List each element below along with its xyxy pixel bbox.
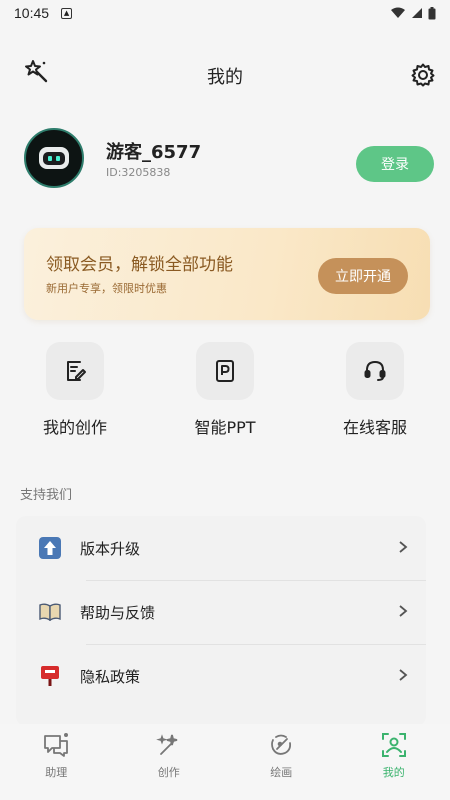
bottom-nav: 助理 创作 绘画 我的 xyxy=(0,724,450,800)
notification-icon: ▲ xyxy=(61,7,73,19)
chevron-right-icon xyxy=(399,605,408,617)
paint-icon xyxy=(266,730,296,760)
list-item-label: 版本升级 xyxy=(80,539,141,558)
feature-label: 我的创作 xyxy=(42,418,107,437)
status-bar: 10:45 ▲ xyxy=(0,0,450,26)
list-item-version-upgrade[interactable]: 版本升级 xyxy=(16,516,426,580)
status-icons xyxy=(390,6,436,20)
robot-avatar-icon xyxy=(39,147,69,169)
support-list: 版本升级 帮助与反馈 隐私政策 xyxy=(16,516,426,726)
login-button[interactable]: 登录 xyxy=(356,146,434,182)
feature-online-support[interactable]: 在线客服 xyxy=(320,342,430,438)
postbox-icon xyxy=(38,664,62,688)
list-item-help-feedback[interactable]: 帮助与反馈 xyxy=(16,580,426,644)
activate-membership-button[interactable]: 立即开通 xyxy=(318,258,408,294)
chevron-right-icon xyxy=(399,541,408,553)
edit-document-icon xyxy=(46,342,104,400)
up-arrow-icon xyxy=(38,536,62,560)
profile-section: 游客_6577 ID:3205838 登录 xyxy=(24,126,434,190)
magic-wand-icon[interactable] xyxy=(22,58,50,86)
nav-label: 助理 xyxy=(45,766,68,779)
battery-icon xyxy=(428,6,436,19)
wifi-icon xyxy=(391,7,405,18)
nav-label: 我的 xyxy=(382,766,405,779)
book-icon xyxy=(38,600,62,624)
feature-label: 在线客服 xyxy=(342,418,407,437)
ppt-icon xyxy=(196,342,254,400)
nav-item-paint[interactable]: 绘画 xyxy=(225,724,338,800)
nav-item-assistant[interactable]: 助理 xyxy=(0,724,113,800)
list-item-label: 隐私政策 xyxy=(80,667,141,686)
nav-label: 绘画 xyxy=(270,766,293,779)
membership-subtitle: 新用户专享，领限时优惠 xyxy=(46,282,167,295)
feature-label: 智能PPT xyxy=(194,418,256,437)
feature-smart-ppt[interactable]: 智能PPT xyxy=(170,342,280,438)
membership-title: 领取会员，解锁全部功能 xyxy=(46,255,233,275)
list-item-label: 帮助与反馈 xyxy=(80,603,156,622)
user-id: ID:3205838 xyxy=(106,166,171,179)
nav-label: 创作 xyxy=(157,766,180,779)
profile-icon xyxy=(379,730,409,760)
page-header: 我的 xyxy=(0,48,450,104)
avatar[interactable] xyxy=(24,128,84,188)
chat-icon xyxy=(41,730,71,760)
status-time: 10:45 xyxy=(14,5,50,21)
signal-icon xyxy=(412,8,422,18)
page-title: 我的 xyxy=(207,67,243,88)
headset-icon xyxy=(346,342,404,400)
gear-icon[interactable] xyxy=(410,62,436,88)
chevron-right-icon xyxy=(399,669,408,681)
section-title: 支持我们 xyxy=(20,488,73,503)
magic-wand-icon xyxy=(154,730,184,760)
feature-my-creations[interactable]: 我的创作 xyxy=(20,342,130,438)
membership-banner[interactable]: 领取会员，解锁全部功能 新用户专享，领限时优惠 立即开通 xyxy=(24,228,430,320)
username: 游客_6577 xyxy=(106,142,202,163)
list-item-privacy-policy[interactable]: 隐私政策 xyxy=(16,644,426,708)
nav-item-create[interactable]: 创作 xyxy=(113,724,226,800)
nav-item-profile[interactable]: 我的 xyxy=(338,724,450,800)
